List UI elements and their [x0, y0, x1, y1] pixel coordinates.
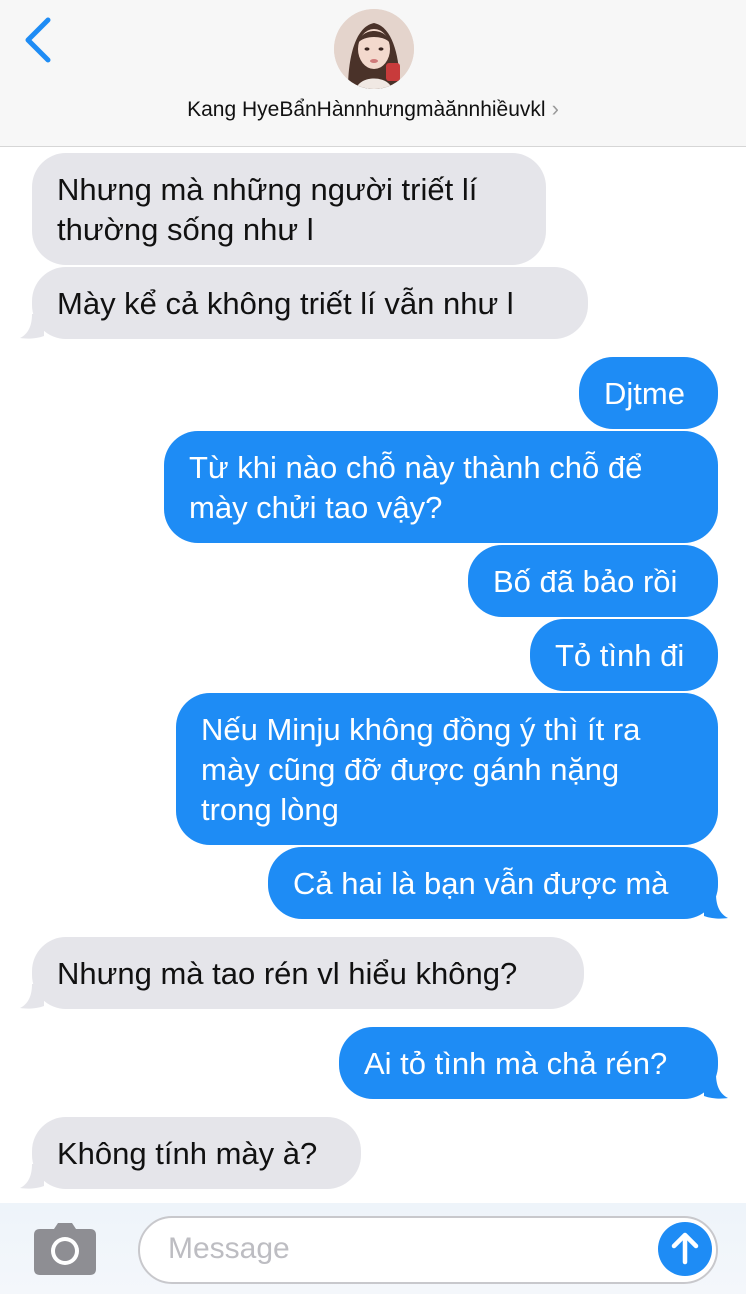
avatar-photo: [334, 9, 414, 89]
message-bubble-outgoing[interactable]: Cả hai là bạn vẫn được mà: [268, 847, 718, 919]
bubble-tail-incoming: [20, 1164, 44, 1189]
bubble-tail-incoming: [20, 314, 44, 339]
arrow-up-icon: [671, 1232, 699, 1265]
contact-name-button[interactable]: Kang HyeBẩnHànnhưngmàănnhiềuvkl ›: [0, 96, 746, 122]
message-bubble-outgoing[interactable]: Tỏ tình đi: [530, 619, 718, 691]
message-input[interactable]: Message: [138, 1216, 718, 1284]
message-placeholder: Message: [168, 1232, 290, 1265]
bubble-tail-incoming: [20, 984, 44, 1009]
camera-icon: [34, 1223, 96, 1275]
chevron-right-icon: ›: [551, 96, 559, 121]
camera-button[interactable]: [32, 1223, 98, 1275]
conversation-header: Kang HyeBẩnHànnhưngmàănnhiềuvkl ›: [0, 0, 746, 147]
chevron-left-icon: [25, 17, 51, 63]
message-bubble-outgoing[interactable]: Nếu Minju không đồng ý thì ít ra mày cũn…: [176, 693, 718, 845]
contact-avatar[interactable]: [334, 9, 414, 89]
bubble-tail-outgoing: [704, 894, 728, 919]
message-bubble-incoming[interactable]: Mày kể cả không triết lí vẫn như l: [32, 267, 588, 339]
message-bubble-incoming[interactable]: Nhưng mà những người triết lí thường sốn…: [32, 153, 546, 265]
message-bubble-incoming[interactable]: Không tính mày à?: [32, 1117, 361, 1189]
message-bubble-outgoing[interactable]: Bố đã bảo rồi: [468, 545, 718, 617]
message-bubble-outgoing[interactable]: Djtme: [579, 357, 718, 429]
message-bubble-outgoing[interactable]: Từ khi nào chỗ này thành chỗ để mày chửi…: [164, 431, 718, 543]
back-button[interactable]: [18, 14, 62, 66]
message-bubble-outgoing[interactable]: Ai tỏ tình mà chả rén?: [339, 1027, 718, 1099]
message-bubble-incoming[interactable]: Nhưng mà tao rén vl hiểu không?: [32, 937, 584, 1009]
contact-name: Kang HyeBẩnHànnhưngmàănnhiềuvkl: [187, 98, 546, 121]
bubble-tail-outgoing: [704, 1074, 728, 1099]
send-button[interactable]: [658, 1222, 712, 1276]
